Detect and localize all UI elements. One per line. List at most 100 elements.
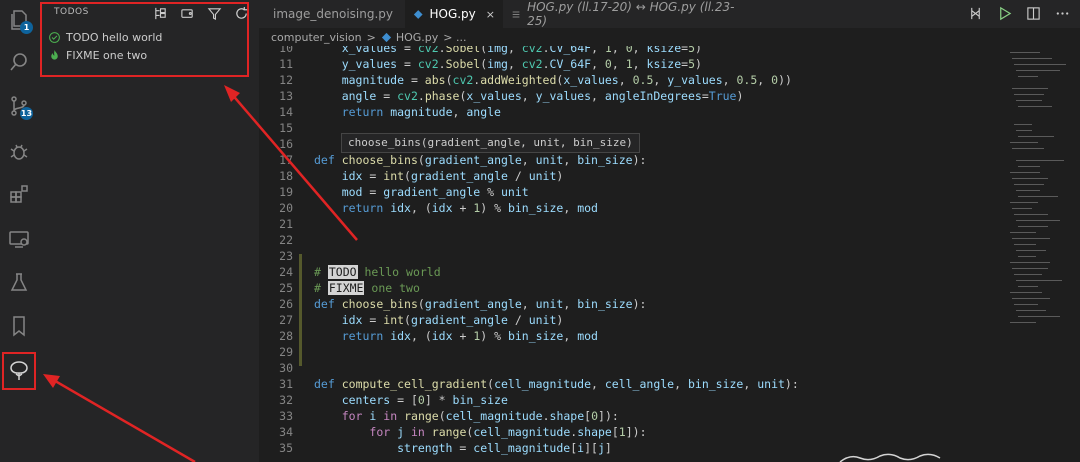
code-line[interactable]: 24 # TODO hello world: [259, 264, 441, 280]
minimap-line: [1018, 76, 1038, 77]
code-line[interactable]: 34 for j in range(cell_magnitude.shape[1…: [259, 424, 646, 440]
code-line[interactable]: 29: [259, 344, 293, 360]
todo-item-label: FIXME one two: [66, 49, 148, 62]
minimap-line: [1018, 106, 1052, 107]
code-line[interactable]: 31 def compute_cell_gradient(cell_magnitu…: [259, 376, 799, 392]
breadcrumb-separator: > ...: [443, 30, 467, 44]
tab-hog[interactable]: HOG.py ×: [405, 0, 503, 28]
minimap-line: [1018, 316, 1060, 317]
code-line[interactable]: 28 return idx, (idx + 1) % bin_size, mod: [259, 328, 598, 344]
code-line[interactable]: 33 for i in range(cell_magnitude.shape[0…: [259, 408, 619, 424]
code-line[interactable]: 21: [259, 216, 293, 232]
debug-button[interactable]: [0, 131, 38, 171]
code-line[interactable]: 12 magnitude = abs(cv2.addWeighted(x_val…: [259, 72, 792, 88]
tab-hog-diff[interactable]: HOG.py (ll.17-20) ↔ HOG.py (ll.23-25): [503, 0, 743, 28]
split-editor-icon[interactable]: [1026, 6, 1041, 21]
code-line[interactable]: 13 angle = cv2.phase(x_values, y_values,…: [259, 88, 743, 104]
more-icon[interactable]: [1055, 6, 1070, 21]
source-control-button[interactable]: 13: [0, 86, 38, 126]
minimap-line: [1016, 220, 1060, 221]
code-line[interactable]: 26 def choose_bins(gradient_angle, unit, …: [259, 296, 646, 312]
testing-button[interactable]: [0, 263, 38, 303]
explorer-badge: 1: [20, 21, 33, 34]
code-text: def choose_bins(gradient_angle, unit, bi…: [314, 153, 647, 167]
search-button[interactable]: [0, 42, 38, 82]
line-number: 19: [279, 185, 293, 199]
minimap-line: [1018, 196, 1058, 197]
code-line[interactable]: 17 def choose_bins(gradient_angle, unit, …: [259, 152, 646, 168]
sidebar-title: TODOS: [54, 7, 89, 17]
code-line[interactable]: 32 centers = [0] * bin_size: [259, 392, 508, 408]
tree-icon: [10, 361, 28, 380]
code-text: centers = [0] * bin_size: [341, 393, 508, 407]
code-line[interactable]: 11 y_values = cv2.Sobel(img, cv2.CV_64F,…: [259, 56, 702, 72]
minimap-line: [1010, 172, 1040, 173]
line-number: 33: [279, 409, 293, 423]
todo-item[interactable]: TODO hello world: [48, 31, 162, 44]
minimap-line: [1014, 214, 1048, 215]
code-line[interactable]: 22: [259, 232, 293, 248]
search-icon: [10, 53, 27, 71]
code-text: for j in range(cell_magnitude.shape[1]):: [369, 425, 647, 439]
code-line[interactable]: 35 strength = cell_magnitude[i][j]: [259, 440, 612, 456]
line-number: 14: [279, 105, 293, 119]
extensions-icon: [10, 185, 28, 203]
minimap-line: [1016, 280, 1062, 281]
breadcrumb-folder[interactable]: computer_vision: [271, 31, 362, 44]
line-number: 23: [279, 249, 293, 263]
minimap-line: [1010, 202, 1038, 203]
editor-actions: [968, 6, 1070, 21]
run-icon[interactable]: [997, 6, 1012, 21]
code-text: for i in range(cell_magnitude.shape[0]):: [341, 409, 619, 423]
refresh-icon[interactable]: [234, 6, 249, 21]
minimap-line: [1014, 94, 1044, 95]
minimap-line: [1010, 232, 1036, 233]
code-line[interactable]: 16: [259, 136, 293, 152]
minimap-line: [1016, 190, 1040, 191]
minimap-line: [1012, 298, 1050, 299]
breadcrumb-file[interactable]: HOG.py: [396, 31, 438, 44]
explorer-button[interactable]: 1: [0, 0, 38, 40]
minimap-line: [1018, 166, 1040, 167]
source-control-badge: 13: [20, 107, 33, 120]
python-file-icon: [381, 32, 391, 42]
code-line[interactable]: 30: [259, 360, 293, 376]
code-text: strength = cell_magnitude[i][j]: [397, 441, 612, 455]
extensions-button[interactable]: [0, 174, 38, 214]
sidebar-toolbar: [153, 6, 249, 21]
bookmarks-button[interactable]: [0, 306, 38, 346]
line-number: 26: [279, 297, 293, 311]
tab-image-denoising[interactable]: image_denoising.py: [259, 0, 405, 28]
code-line[interactable]: 10 x_values = cv2.Sobel(img, cv2.CV_64F,…: [259, 46, 702, 56]
code-text: angle = cv2.phase(x_values, y_values, an…: [341, 89, 744, 103]
code-editor[interactable]: choose_bins(gradient_angle, unit, bin_si…: [259, 46, 1000, 462]
minimap-line: [1016, 160, 1064, 161]
minimap[interactable]: [1000, 46, 1080, 462]
minimap-line: [1014, 124, 1032, 125]
code-line[interactable]: 25 # FIXME one two: [259, 280, 420, 296]
todo-item[interactable]: FIXME one two: [48, 49, 147, 62]
compare-icon[interactable]: [968, 6, 983, 21]
code-text: y_values = cv2.Sobel(img, cv2.CV_64F, 0,…: [341, 57, 702, 71]
minimap-line: [1010, 292, 1042, 293]
code-line[interactable]: 27 idx = int(gradient_angle / unit): [259, 312, 563, 328]
remote-explorer-icon: [9, 231, 29, 248]
todo-tree-button[interactable]: [2, 352, 36, 390]
minimap-line: [1010, 52, 1040, 53]
remote-explorer-button[interactable]: [0, 219, 38, 259]
close-icon[interactable]: ×: [486, 8, 495, 21]
tag-icon[interactable]: [180, 6, 195, 21]
line-number: 28: [279, 329, 293, 343]
code-line[interactable]: 14 return magnitude, angle: [259, 104, 501, 120]
filter-icon[interactable]: [207, 6, 222, 21]
code-text: mod = gradient_angle % unit: [341, 185, 529, 199]
code-line[interactable]: 20 return idx, (idx + 1) % bin_size, mod: [259, 200, 598, 216]
code-line[interactable]: 23: [259, 248, 293, 264]
tree-view-icon[interactable]: [153, 6, 168, 21]
todo-item-label: TODO hello world: [66, 31, 163, 44]
code-text: def compute_cell_gradient(cell_magnitude…: [314, 377, 799, 391]
code-line[interactable]: 18 idx = int(gradient_angle / unit): [259, 168, 563, 184]
code-text: return idx, (idx + 1) % bin_size, mod: [341, 329, 598, 343]
code-line[interactable]: 19 mod = gradient_angle % unit: [259, 184, 529, 200]
code-line[interactable]: 15: [259, 120, 293, 136]
